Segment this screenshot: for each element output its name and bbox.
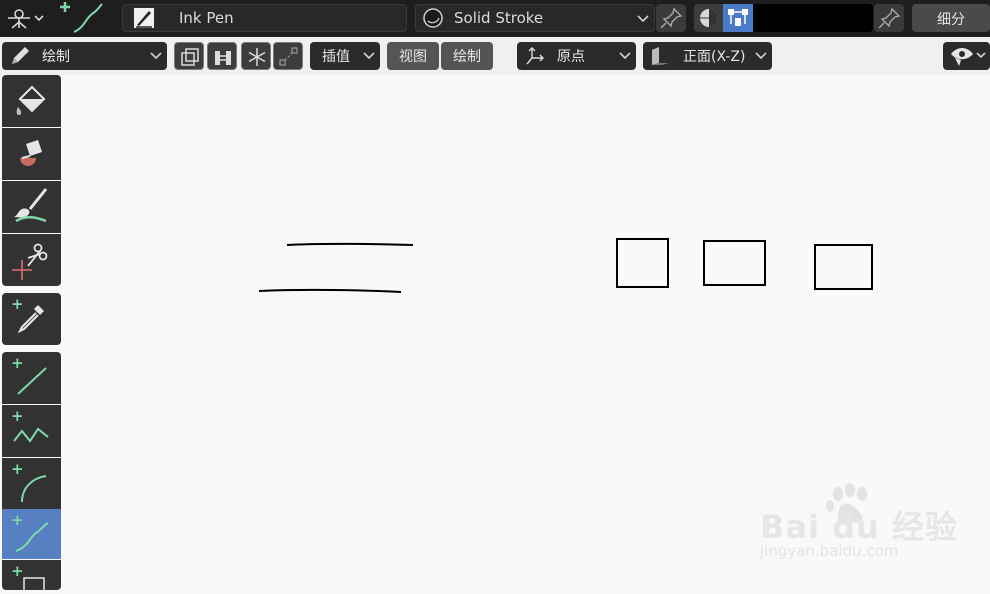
grease-pencil-mode-icon bbox=[8, 9, 44, 29]
curve-tool[interactable]: + bbox=[2, 509, 61, 559]
chevron-down-icon bbox=[150, 52, 162, 60]
polyline-tool[interactable]: + bbox=[2, 405, 61, 457]
merge-icon bbox=[215, 51, 231, 65]
guides-button[interactable] bbox=[273, 42, 303, 70]
stroke-box-2 bbox=[703, 240, 766, 286]
material-sphere-icon bbox=[423, 8, 443, 28]
vertex-paint-icon bbox=[728, 9, 748, 26]
fill-tool[interactable] bbox=[2, 75, 61, 127]
mode-label: 绘制 bbox=[42, 49, 70, 65]
vertex-color-toggle[interactable] bbox=[723, 4, 753, 32]
material-shading-icon bbox=[700, 9, 718, 27]
eye-icon bbox=[951, 48, 986, 66]
pin-icon bbox=[660, 7, 683, 29]
draw-label: 绘制 bbox=[453, 49, 481, 65]
arc-icon bbox=[21, 475, 47, 503]
freeze-button[interactable] bbox=[241, 42, 271, 70]
visibility-dropdown[interactable] bbox=[943, 42, 990, 70]
baidu-watermark: Bai du 经验 jingyan.baidu.com bbox=[758, 482, 988, 572]
pin-material-button[interactable] bbox=[656, 4, 686, 32]
chevron-down-icon bbox=[637, 15, 649, 23]
multiframe-button[interactable] bbox=[174, 42, 204, 70]
draw-curve-icon bbox=[60, 2, 103, 33]
plane-label: 正面(X-Z) bbox=[683, 49, 746, 65]
brush-selector[interactable]: Ink Pen bbox=[122, 4, 407, 32]
pin-color-button[interactable] bbox=[874, 4, 904, 32]
erase-tool[interactable] bbox=[2, 128, 61, 180]
subdivide-label: 细分 bbox=[937, 12, 965, 28]
pin-icon bbox=[878, 7, 901, 29]
mode-selector[interactable] bbox=[2, 4, 48, 32]
box-tool[interactable]: + bbox=[2, 560, 61, 590]
layers-icon bbox=[181, 48, 199, 66]
stroke-color-swatch[interactable] bbox=[753, 4, 873, 32]
chevron-down-icon bbox=[619, 52, 631, 60]
view-menu[interactable]: 视图 bbox=[387, 42, 439, 70]
watermark-url: jingyan.baidu.com bbox=[760, 542, 899, 560]
auto-merge-button[interactable] bbox=[207, 42, 237, 70]
material-color-toggle[interactable] bbox=[694, 4, 724, 32]
tint-tool[interactable] bbox=[2, 181, 61, 233]
plane-icon bbox=[652, 47, 669, 65]
snowflake-icon bbox=[248, 48, 266, 66]
view-label: 视图 bbox=[399, 49, 427, 65]
scissors-icon bbox=[12, 243, 48, 280]
stroke-placement-dropdown[interactable]: 原点 bbox=[517, 42, 636, 70]
material-selector[interactable]: Solid Stroke bbox=[415, 4, 655, 32]
eraser-icon bbox=[20, 140, 42, 166]
tool-settings-bar: 绘制 插值 视图 绘制 原点 正面(X-Z) bbox=[0, 37, 990, 75]
brush-icon bbox=[14, 188, 48, 223]
line-icon bbox=[17, 367, 47, 395]
subdivide-button[interactable]: 细分 bbox=[912, 4, 990, 32]
mode-dropdown[interactable]: 绘制 bbox=[2, 42, 167, 70]
line-tool[interactable]: + bbox=[2, 352, 61, 404]
stroke-box-1 bbox=[616, 238, 669, 288]
stroke-box-3 bbox=[814, 244, 873, 290]
origin-axis-icon bbox=[526, 47, 544, 65]
top-header: Ink Pen Solid Stroke 细分 bbox=[0, 0, 990, 37]
draw-menu[interactable]: 绘制 bbox=[441, 42, 493, 70]
drawing-plane-dropdown[interactable]: 正面(X-Z) bbox=[643, 42, 772, 70]
interpolate-label: 插值 bbox=[322, 49, 350, 65]
guides-icon bbox=[279, 47, 298, 66]
cutter-tool[interactable] bbox=[2, 234, 61, 286]
brush-name: Ink Pen bbox=[179, 9, 234, 27]
eyedropper-tool[interactable]: + bbox=[2, 293, 61, 345]
stroke-line-1 bbox=[286, 242, 414, 246]
ink-pen-brush-icon bbox=[134, 8, 154, 28]
arc-tool[interactable]: + bbox=[2, 458, 61, 510]
pencil-icon bbox=[12, 47, 29, 64]
fill-bucket-icon bbox=[16, 85, 46, 115]
interpolate-dropdown[interactable]: 插值 bbox=[310, 42, 380, 70]
box-icon bbox=[23, 577, 45, 590]
curve-icon bbox=[15, 522, 49, 552]
active-tool-button[interactable] bbox=[56, 0, 108, 36]
origin-label: 原点 bbox=[557, 49, 585, 65]
stroke-line-2 bbox=[258, 288, 402, 293]
polyline-icon bbox=[13, 427, 49, 443]
material-name: Solid Stroke bbox=[454, 9, 544, 27]
chevron-down-icon bbox=[363, 52, 375, 60]
eyedropper-icon bbox=[17, 305, 44, 334]
chevron-down-icon bbox=[755, 52, 767, 60]
